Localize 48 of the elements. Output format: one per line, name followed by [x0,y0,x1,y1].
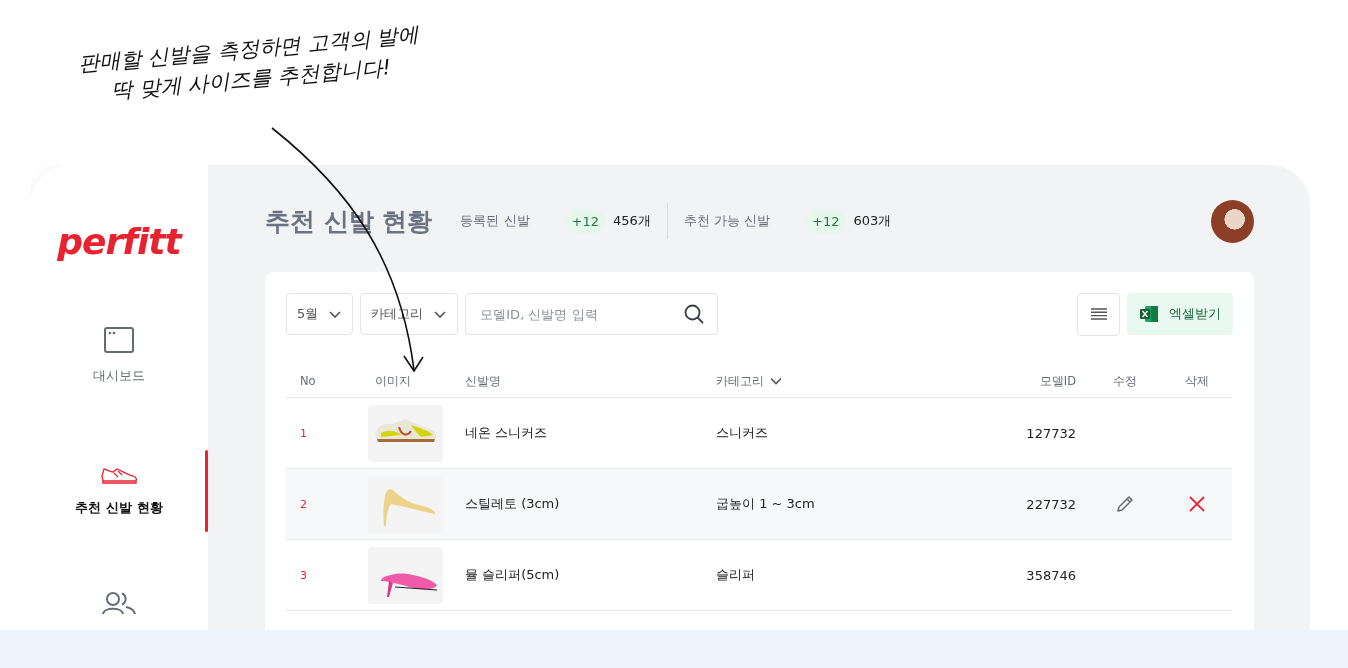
shoe-name: 뮬 슬리퍼(5cm) [465,566,560,584]
chevron-down-icon [328,309,343,319]
logo: perfitt [57,221,181,262]
avatar[interactable] [1211,199,1254,243]
row-number: 2 [299,497,307,511]
search-icon [684,304,705,324]
row-number: 1 [299,426,307,440]
window-icon [104,327,134,353]
people-icon [102,591,136,615]
column-header: 카테고리 [716,373,764,389]
close-icon [1188,496,1205,512]
column-header: 이미지 [375,373,411,389]
excel-download-button[interactable]: 엑셀받기 [1127,293,1233,335]
column-header: 모델ID [1039,373,1076,389]
stat-label: 추천 가능 신발 [683,212,771,230]
edit-button[interactable] [1114,493,1136,515]
search-field[interactable]: 모델ID, 신발명 입력 [465,293,719,335]
delta-badge: +12 [806,208,846,234]
sneaker-icon [100,467,138,485]
category-cell: 스니커즈 [716,424,768,442]
category-cell: 슬리퍼 [716,566,755,584]
sidebar-item[interactable]: 대시보드 [30,310,208,442]
chevron-down-icon [433,309,448,319]
sort-chevron-icon[interactable] [770,377,782,385]
sidebar-item[interactable]: 추천 신발 현황 [30,442,208,574]
column-header: 수정 [1113,373,1137,389]
list-icon [1090,308,1107,320]
list-view-button[interactable] [1077,292,1120,336]
month-dropdown[interactable]: 5월 [286,293,354,335]
stat-count: 456개 [613,212,651,230]
model-id: 358746 [1026,567,1076,583]
shoe-name: 네온 스니커즈 [465,424,548,442]
excel-icon [1139,305,1159,323]
table-row[interactable]: 2 스틸레토 (3cm) 굽높이 1 ~ 3cm 227732 [286,469,1232,540]
column-header: 신발명 [465,373,501,389]
model-id: 127732 [1026,425,1076,441]
column-header: No [300,374,316,388]
category-cell: 굽높이 1 ~ 3cm [716,495,815,513]
table-row[interactable]: 3 뮬 슬리퍼(5cm) 슬리퍼 358746 [286,540,1232,611]
stat-label: 등록된 신발 [460,212,530,230]
model-id: 227732 [1026,496,1076,512]
delta-badge: +12 [565,208,605,234]
stat-count: 603개 [853,212,892,230]
shoe-name: 스틸레토 (3cm) [465,495,560,513]
column-header: 삭제 [1184,373,1209,389]
row-number: 3 [299,568,307,582]
pencil-icon [1116,495,1134,513]
delete-button[interactable] [1186,494,1207,514]
